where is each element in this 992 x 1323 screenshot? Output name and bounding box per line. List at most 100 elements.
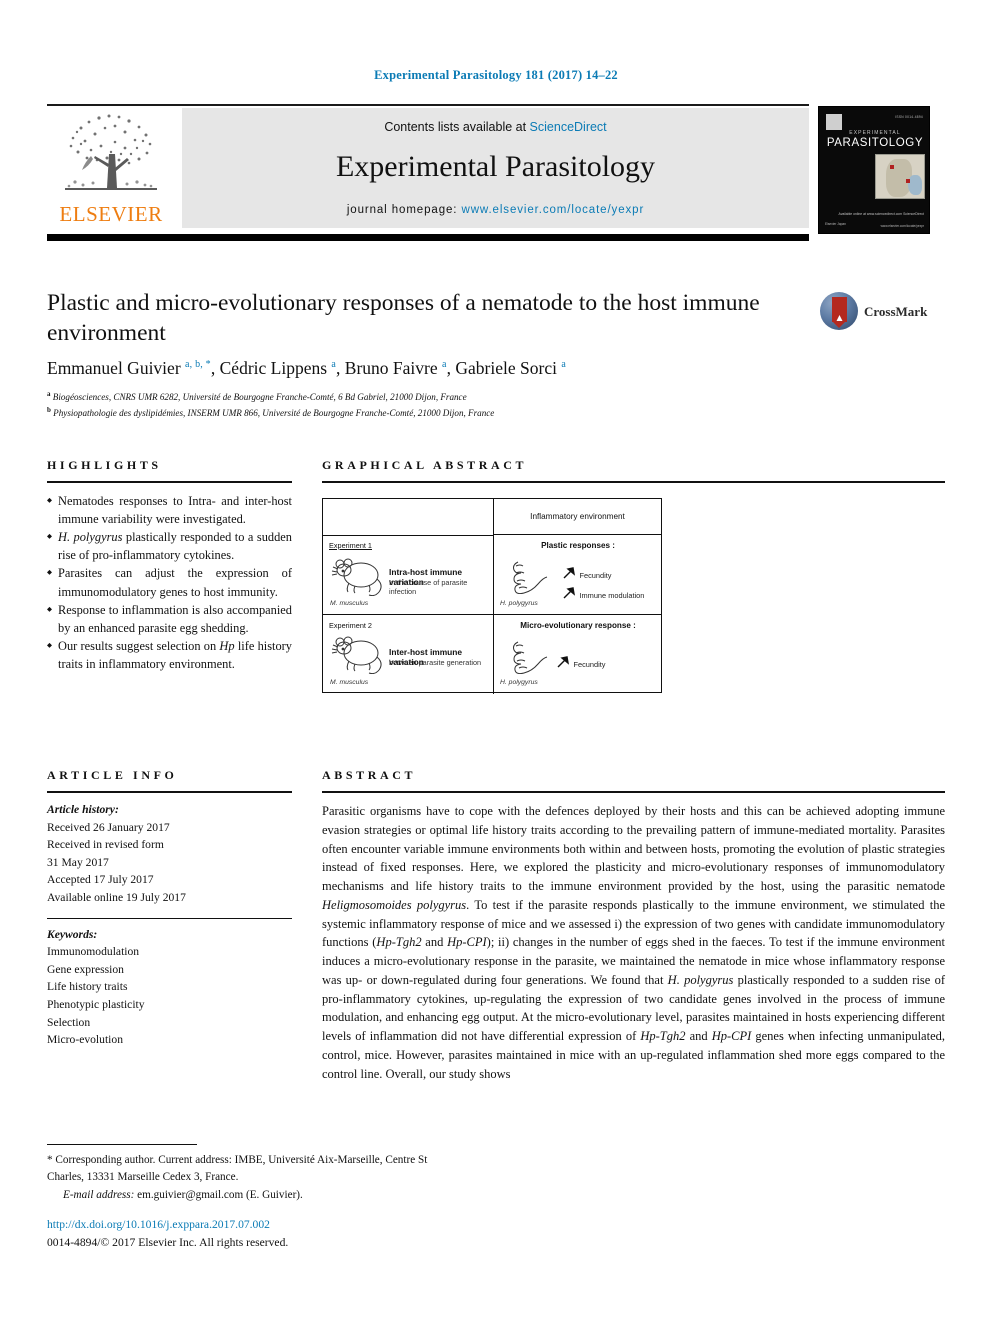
nematode-icon: [513, 561, 548, 594]
journal-title: Experimental Parasitology: [335, 150, 656, 183]
journal-cover-thumbnail: ISSN 0014-4894 EXPERIMENTAL PARASITOLOGY…: [818, 106, 930, 234]
ga-header-blank-cell: [323, 499, 493, 535]
ga-row1-outcome-1: Immune modulation: [562, 585, 644, 603]
affiliation-text: Physiopathologie des dyslipidémies, INSE…: [50, 407, 495, 418]
crossmark-label: CrossMark: [864, 304, 928, 319]
keyword-item: Micro-evolution: [47, 1033, 123, 1047]
highlights-list: Nematodes responses to Intra- and inter-…: [47, 492, 292, 673]
article-history-line: 31 May 2017: [47, 855, 109, 869]
ga-row2-outcome-0-label: Fecundity: [573, 660, 606, 669]
ga-row2-parasite-species: H. polygyrus: [500, 679, 538, 686]
homepage-label: journal homepage:: [346, 204, 462, 216]
author-name: Gabriele Sorci: [455, 358, 562, 378]
author-name: Emmanuel Guivier: [47, 358, 186, 378]
abstract-section: ABSTRACT Parasitic organisms have to cop…: [322, 768, 945, 1083]
article-history-line: Received 26 January 2017: [47, 820, 170, 834]
ga-row1-host-species: M. musculus: [330, 600, 369, 607]
cover-map-image: [875, 154, 925, 199]
up-arrow-icon: [563, 567, 575, 579]
ga-row2-host-species: M. musculus: [330, 679, 369, 686]
doi-link[interactable]: http://dx.doi.org/10.1016/j.exppara.2017…: [47, 1216, 547, 1234]
ga-column-header: Inflammatory environment: [493, 499, 662, 535]
journal-homepage-line: journal homepage: www.elsevier.com/locat…: [182, 204, 809, 216]
article-history-line: Received in revised form: [47, 838, 164, 852]
author-affiliation-marks: a: [442, 359, 447, 371]
author-name: Cédric Lippens: [219, 358, 332, 378]
graphical-abstract-rule: [322, 481, 945, 483]
article-info-section: ARTICLE INFO Article history: Received 2…: [47, 768, 292, 1049]
cover-footer-left: Elsevier Japan: [825, 222, 846, 226]
mouse-icon: [331, 636, 382, 674]
page-title: Plastic and micro-evolutionary responses…: [47, 290, 760, 347]
article-history-lines: Received 26 January 2017 Received in revi…: [47, 819, 292, 907]
cover-issn: ISSN 0014-4894: [895, 115, 923, 119]
keyword-item: Selection: [47, 1015, 91, 1029]
graphical-abstract-section: GRAPHICAL ABSTRACT Inflammatory environm…: [322, 458, 945, 694]
affiliation-text: Biogéosciences, CNRS UMR 6282, Universit…: [50, 392, 467, 403]
up-arrow-icon: [557, 656, 569, 668]
cover-elsevier-icon: [826, 114, 842, 130]
sciencedirect-link[interactable]: ScienceDirect: [530, 120, 607, 134]
highlight-item: Our results suggest selection on Hp life…: [47, 637, 292, 673]
keyword-item: Gene expression: [47, 962, 124, 976]
copyright-line: 0014-4894/© 2017 Elsevier Inc. All right…: [47, 1235, 289, 1249]
article-history-line: Accepted 17 July 2017: [47, 873, 154, 887]
ga-row1-host-cell: Experiment 1 Intra-host immune variation…: [323, 536, 493, 614]
nematode-icon: [513, 641, 548, 674]
homepage-url-link[interactable]: www.elsevier.com/locate/yexpr: [461, 204, 644, 216]
footnote-block: * Corresponding author. Current address:…: [47, 1152, 467, 1204]
ga-row2-response-cell: Micro-evolutionary response : H. polygyr…: [494, 616, 662, 693]
graphical-abstract-heading: GRAPHICAL ABSTRACT: [322, 458, 528, 472]
highlight-item: Nematodes responses to Intra- and inter-…: [47, 492, 292, 528]
article-history-label: Article history:: [47, 803, 119, 816]
corresponding-author-text: Corresponding author. Current address: I…: [47, 1154, 428, 1183]
footnote-rule: [47, 1144, 197, 1145]
corresponding-author-note: * Corresponding author. Current address:…: [47, 1152, 467, 1185]
keyword-item: Phenotypic plasticity: [47, 998, 145, 1012]
ga-row2-outcome-0: Fecundity: [556, 654, 606, 672]
cover-footer-right: www.elsevier.com/locate/yexpr: [880, 224, 924, 228]
article-history-line: Available online 19 July 2017: [47, 891, 186, 905]
ga-row1-experiment-label: Experiment 1: [329, 541, 372, 550]
running-head: Experimental Parasitology 181 (2017) 14–…: [374, 68, 618, 82]
keyword-item: Life history traits: [47, 980, 128, 994]
abstract-rule: [322, 791, 945, 793]
article-info-rule: [47, 791, 292, 793]
keyword-item: Immunomodulation: [47, 945, 140, 959]
ga-row1-outcome-1-label: Immune modulation: [579, 591, 645, 600]
email-link[interactable]: em.guivier@gmail.com: [137, 1189, 243, 1201]
crossmark-icon: [820, 292, 858, 330]
keywords-label: Keywords:: [47, 927, 98, 941]
author-list: Emmanuel Guivier a, b, *, Cédric Lippens…: [47, 358, 566, 378]
highlight-item: Parasites can adjust the expression of i…: [47, 564, 292, 600]
email-note: E-mail address: em.guivier@gmail.com (E.…: [47, 1187, 467, 1204]
masthead-banner: Contents lists available at ScienceDirec…: [182, 108, 809, 228]
author-affiliation-marks: a: [331, 359, 337, 371]
elsevier-wordmark: ELSEVIER: [59, 202, 163, 226]
author-affiliation-marks: a: [561, 359, 566, 371]
highlights-heading: HIGHLIGHTS: [47, 458, 162, 472]
abstract-heading: ABSTRACT: [322, 768, 417, 782]
journal-masthead: ELSEVIER Contents lists available at Sci…: [47, 106, 945, 234]
author-name: Bruno Faivre: [344, 358, 443, 378]
ga-row2-experiment-label: Experiment 2: [329, 621, 372, 630]
affiliation-item: b Physiopathologie des dyslipidémies, IN…: [47, 405, 827, 421]
keywords-lines: Immunomodulation Gene expression Life hist…: [47, 943, 292, 1049]
elsevier-tree-icon: [65, 114, 157, 190]
doi-copyright-block: http://dx.doi.org/10.1016/j.exppara.2017…: [47, 1216, 547, 1252]
highlights-section: HIGHLIGHTS Nematodes responses to Intra-…: [47, 458, 292, 673]
masthead-bottom-rule: [47, 234, 809, 241]
abstract-paragraph: Parasitic organisms have to cope with th…: [322, 804, 946, 1081]
keywords-group: Keywords: Immunomodulation Gene expressio…: [47, 926, 292, 1049]
cover-science-direct-note: Available online at www.sciencedirect.co…: [838, 211, 925, 216]
ga-row1-response-title: Plastic responses :: [541, 541, 615, 550]
ga-row1-outcome-0-label: Fecundity: [579, 571, 612, 580]
email-label: E-mail address:: [63, 1189, 135, 1202]
ga-row1-host-subtitle: In the course of parasite infection: [389, 578, 468, 596]
ga-row1-parasite-species: H. polygyrus: [500, 600, 538, 607]
email-owner: (E. Guivier).: [245, 1189, 303, 1202]
affiliation-item: a Biogéosciences, CNRS UMR 6282, Univers…: [47, 389, 827, 405]
crossmark-badge[interactable]: CrossMark: [820, 292, 930, 332]
abstract-text: Parasitic organisms have to cope with th…: [322, 802, 945, 1083]
author-affiliation-marks: a, b, *: [185, 359, 211, 371]
